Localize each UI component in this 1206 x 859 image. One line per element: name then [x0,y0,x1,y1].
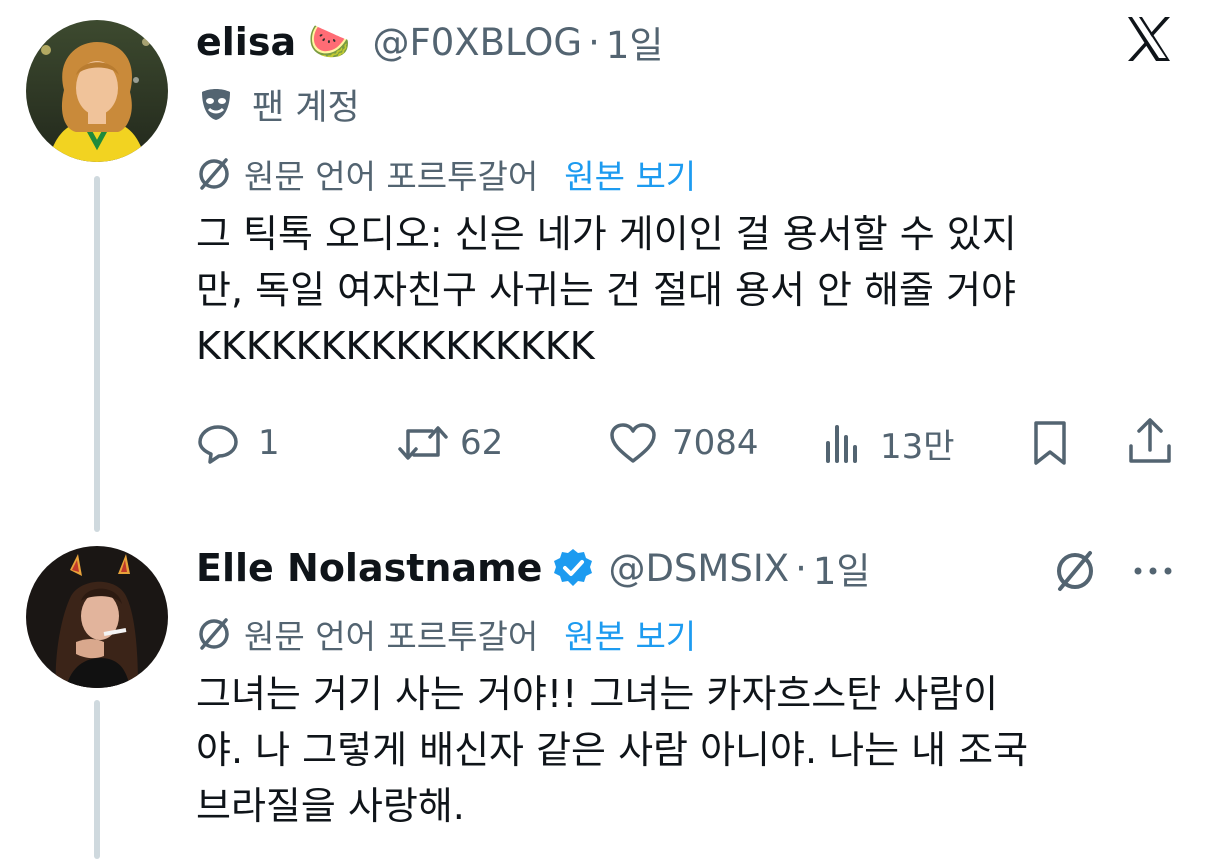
translate-globe-icon [196,616,232,652]
text-line: 만, 독일 여자친구 사귀는 건 절대 용서 안 해줄 거야 [196,268,1016,312]
fan-account-label: 팬 계정 [252,87,360,128]
show-original-link[interactable]: 원본 보기 [564,610,696,658]
dot-separator: · [588,20,600,64]
watermelon-emoji: 🍉 [308,22,351,62]
translation-note: 원문 언어 포르투갈어 [244,157,539,196]
translate-globe-icon [196,156,232,192]
translation-note: 원문 언어 포르투갈어 [244,617,539,656]
text-line: 브라질을 사랑해. [196,784,465,828]
share-icon [1126,416,1174,466]
bookmark-icon [1028,419,1072,467]
reply-count: 1 [258,423,280,463]
tweet-text: 그녀는 거기 사는 거야!! 그녀는 카자흐스탄 사람이 야. 나 그렇게 배신… [196,666,1186,834]
like-button[interactable]: 7084 [608,418,759,468]
text-line: 야. 나 그렇게 배신자 같은 사람 아니야. 나는 내 조국 [196,728,1029,772]
x-logo-icon [1124,14,1174,64]
reply-icon [196,421,240,465]
views-bar-chart-icon [822,421,866,465]
handle[interactable]: @F0XBLOG [372,21,582,64]
display-name[interactable]: Elle Nolastname [196,546,542,590]
timestamp[interactable]: 1일 [813,541,871,595]
retweet-icon [398,421,448,465]
text-line: KKKKKKKKKKKKKKKK [196,324,595,368]
tweet-text: 그 틱톡 오디오: 신은 네가 게이인 걸 용서할 수 있지 만, 독일 여자친… [196,206,1186,374]
thread-connector-2 [94,700,100,859]
view-count: 13만 [880,426,955,467]
theater-mask-icon [196,84,236,124]
more-options-icon[interactable] [1130,556,1176,586]
views-button[interactable]: 13만 [822,418,955,468]
avatar-elisa[interactable] [26,20,168,162]
timestamp[interactable]: 1일 [606,15,664,69]
share-button[interactable] [1126,416,1174,466]
text-line: 그녀는 거기 사는 거야!! 그녀는 카자흐스탄 사람이 [196,672,999,716]
bookmark-button[interactable] [1028,418,1072,468]
avatar-elle[interactable] [26,546,168,688]
show-original-link[interactable]: 원본 보기 [564,150,696,198]
handle[interactable]: @DSMSIX [608,547,789,590]
dot-separator: · [795,546,807,590]
display-name[interactable]: elisa [196,20,296,64]
thread-connector-1 [94,176,100,532]
heart-icon [608,421,658,465]
retweet-button[interactable]: 62 [398,418,503,468]
verified-badge-icon [552,547,594,589]
retweet-count: 62 [460,423,504,463]
text-line: 그 틱톡 오디오: 신은 네가 게이인 걸 용서할 수 있지 [196,212,1017,256]
translate-toggle-icon[interactable] [1052,548,1098,594]
like-count: 7084 [672,423,759,463]
reply-button[interactable]: 1 [196,418,280,468]
